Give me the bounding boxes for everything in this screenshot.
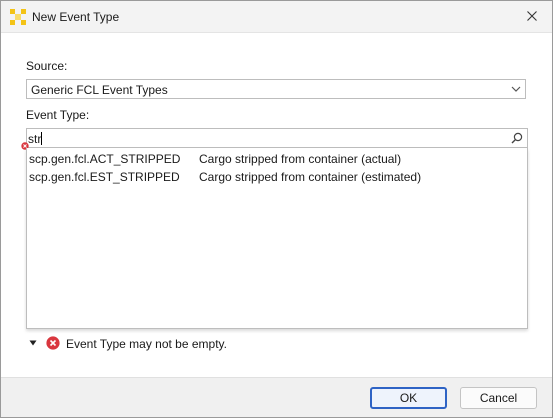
suggestion-list: scp.gen.fcl.ACT_STRIPPED Cargo stripped … (26, 148, 528, 329)
suggestion-description: Cargo stripped from container (actual) (199, 152, 402, 166)
button-bar: OK Cancel (1, 377, 552, 417)
suggestion-row[interactable]: scp.gen.fcl.ACT_STRIPPED Cargo stripped … (27, 150, 527, 167)
suggestion-row[interactable]: scp.gen.fcl.EST_STRIPPED Cargo stripped … (27, 168, 527, 185)
chevron-down-icon (511, 86, 521, 92)
suggestion-code: scp.gen.fcl.EST_STRIPPED (29, 170, 180, 184)
source-selected-value: Generic FCL Event Types (31, 83, 168, 97)
source-dropdown[interactable]: Generic FCL Event Types (26, 79, 526, 99)
event-type-search-input[interactable]: str (26, 128, 528, 148)
app-logo-icon (10, 9, 26, 25)
title-bar[interactable]: New Event Type (1, 1, 552, 33)
event-type-label: Event Type: (26, 108, 90, 122)
validation-message-row: Event Type may not be empty. (29, 335, 429, 353)
expand-triangle-icon[interactable] (29, 340, 37, 346)
close-button[interactable] (518, 4, 546, 28)
search-icon[interactable] (511, 132, 523, 144)
suggestion-code: scp.gen.fcl.ACT_STRIPPED (29, 152, 181, 166)
error-icon (46, 336, 60, 350)
text-caret (41, 132, 43, 145)
dialog-content: Source: Generic FCL Event Types Event Ty… (1, 33, 552, 377)
dialog-window: New Event Type Source: Generic FCL Event… (0, 0, 553, 418)
source-label: Source: (26, 59, 68, 73)
close-icon (527, 11, 537, 21)
event-type-input-text: str (28, 132, 42, 146)
validation-text: Event Type may not be empty. (66, 337, 227, 351)
window-title: New Event Type (32, 10, 120, 24)
suggestion-description: Cargo stripped from container (estimated… (199, 170, 422, 184)
ok-button[interactable]: OK (370, 387, 447, 409)
cancel-button[interactable]: Cancel (460, 387, 537, 409)
